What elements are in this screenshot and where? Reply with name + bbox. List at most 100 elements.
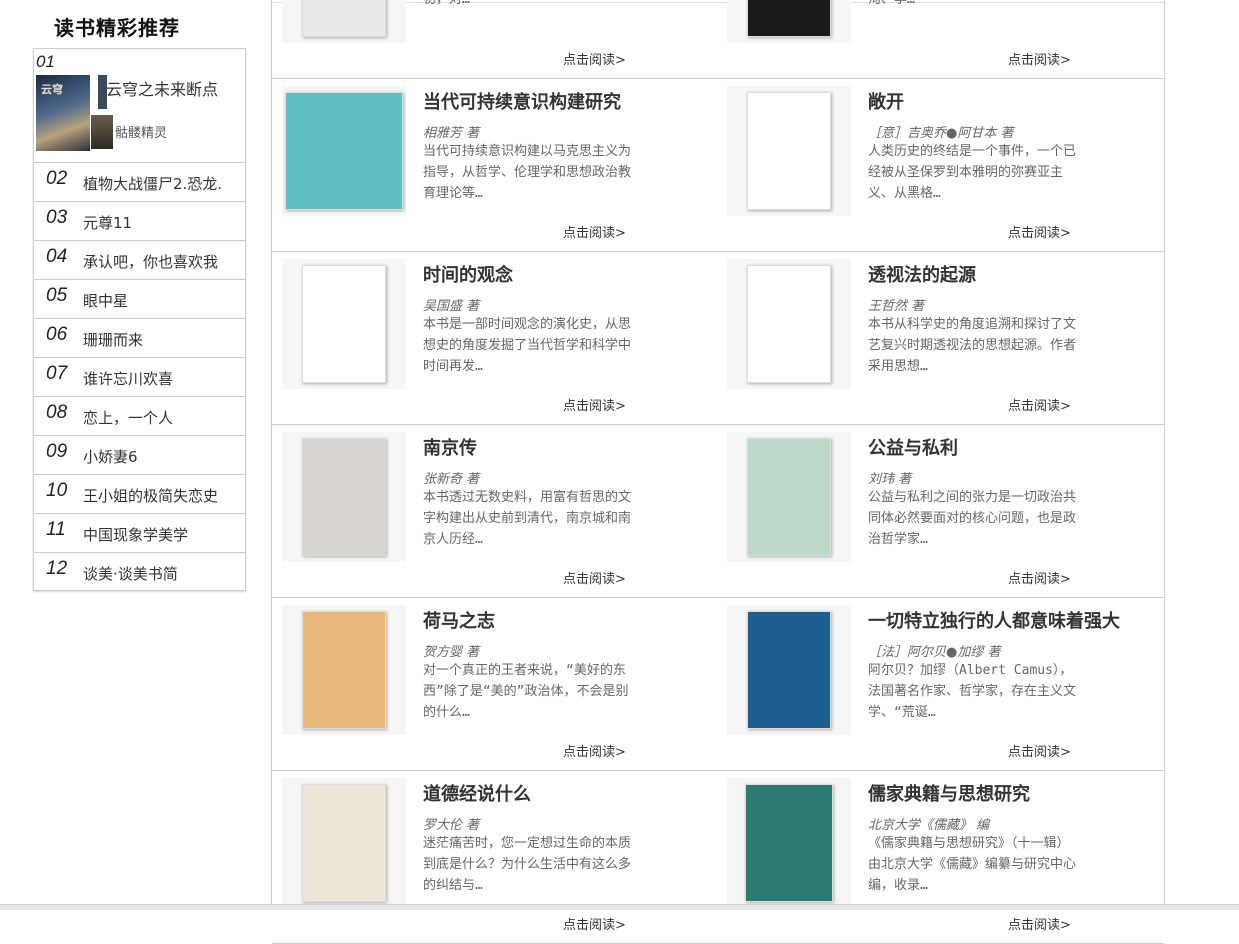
- ranking-book-title[interactable]: 小娇妻6: [83, 446, 138, 467]
- book-cover-image[interactable]: [727, 778, 851, 908]
- book-title[interactable]: 儒家典籍与思想研究: [868, 780, 1030, 806]
- ranking-item[interactable]: 02 植物大战僵尸2.恐龙.: [34, 163, 245, 202]
- book-card: 道德经说什么 罗大伦 著迷茫痛苦时，您一定想过生命的本质到底是什么？为什么生活中有…: [272, 770, 718, 943]
- chevron-right-icon: >: [615, 226, 626, 241]
- ranking-item-first[interactable]: 01 云穹 云穹之未来断点 骷髅精灵: [34, 49, 245, 163]
- ranking-item[interactable]: 07 谁许忘川欢喜: [34, 358, 245, 397]
- book-author: ［意］吉奥乔●阿甘本 著: [868, 126, 1014, 141]
- book-cover-image[interactable]: [727, 86, 851, 216]
- book-row: 南京传 张新奇 著本书透过无数史料，用富有哲思的文字构建出从史前到清代，南京城和南…: [272, 424, 1164, 598]
- book-title[interactable]: 一切特立独行的人都意味着强大: [868, 607, 1120, 633]
- book-card: 敞开 ［意］吉奥乔●阿甘本 著人类历史的终结是一个事件，一个已经被从圣保罗到本雅明…: [717, 78, 1163, 251]
- book-cover-image[interactable]: [727, 432, 851, 562]
- chevron-right-icon: >: [1060, 226, 1071, 241]
- read-link[interactable]: 点击阅读>: [563, 568, 626, 587]
- book-title[interactable]: 当代可持续意识构建研究: [423, 88, 621, 114]
- book-cover-image[interactable]: [282, 778, 406, 908]
- ranking-item[interactable]: 12 谈美·谈美书简: [34, 553, 245, 591]
- book-cover-image[interactable]: [727, 259, 851, 389]
- rank-number: 06: [46, 324, 68, 345]
- ranking-book-title[interactable]: 王小姐的极简失恋史: [83, 485, 218, 506]
- chevron-right-icon: >: [1060, 745, 1071, 760]
- book-title[interactable]: 透视法的起源: [868, 261, 976, 287]
- ranking-book-title[interactable]: 云穹之未来断点: [106, 76, 218, 100]
- book-cover-image[interactable]: [727, 605, 851, 735]
- read-link[interactable]: 点击阅读>: [1008, 568, 1071, 587]
- read-link[interactable]: 点击阅读>: [563, 222, 626, 241]
- book-description: 本书是一部时间观念的演化史，从思想史的角度发掘了当代哲学和科学中时间再发…: [423, 317, 632, 374]
- book-cover-image[interactable]: [727, 0, 851, 43]
- read-link-label: 点击阅读: [563, 745, 616, 760]
- book-title[interactable]: 公益与私利: [868, 434, 958, 460]
- rank-number: 10: [46, 480, 68, 501]
- book-card: 公益与私利 刘玮 著公益与私利之间的张力是一切政治共同体必然要面对的核心问题，也是…: [717, 424, 1163, 597]
- rank-number: 07: [46, 363, 68, 384]
- book-list: 历史书写的文化学阐释 期至19世纪初，对…点击阅读>南、曾被誉为宋词三大家 适、…: [271, 0, 1165, 944]
- read-link[interactable]: 点击阅读>: [1008, 395, 1071, 414]
- ranking-item[interactable]: 11 中国现象学美学: [34, 514, 245, 553]
- book-author: 北京大学《儒藏》 编: [868, 818, 990, 833]
- book-cover-image[interactable]: [282, 432, 406, 562]
- book-row: 道德经说什么 罗大伦 著迷茫痛苦时，您一定想过生命的本质到底是什么？为什么生活中有…: [272, 770, 1164, 944]
- book-card: 一切特立独行的人都意味着强大 ［法］阿尔贝●加缪 著阿尔贝？加缪（Albert C…: [717, 597, 1163, 770]
- book-description: 阿尔贝？加缪（Albert Camus），法国著名作家、哲学家，存在主义文学、“…: [868, 663, 1077, 720]
- read-link[interactable]: 点击阅读>: [1008, 222, 1071, 241]
- book-row: 历史书写的文化学阐释 期至19世纪初，对… 点击阅读> 南、曾被誉为宋词三大家 适、…: [272, 0, 1164, 79]
- ranking-item[interactable]: 06 珊珊而来: [34, 319, 245, 358]
- ranking-book-title[interactable]: 恋上，一个人: [83, 407, 173, 428]
- book-title[interactable]: 道德经说什么: [423, 780, 531, 806]
- read-link[interactable]: 点击阅读>: [563, 395, 626, 414]
- book-title[interactable]: 时间的观念: [423, 261, 513, 287]
- rank-number: 12: [46, 558, 68, 579]
- read-link[interactable]: 点击阅读>: [563, 741, 626, 760]
- ranking-book-title[interactable]: 眼中星: [83, 290, 128, 311]
- book-description: 历史书写的文化学阐释 期至19世纪初，对…: [423, 0, 635, 31]
- read-link-label: 点击阅读: [1008, 399, 1061, 414]
- ranking-book-title[interactable]: 谁许忘川欢喜: [83, 368, 173, 389]
- read-link[interactable]: 点击阅读>: [563, 49, 626, 68]
- ranking-item[interactable]: 10 王小姐的极简失恋史: [34, 475, 245, 514]
- read-link-label: 点击阅读: [1008, 918, 1061, 933]
- read-link-label: 点击阅读: [563, 53, 616, 68]
- ranking-list: 01 云穹 云穹之未来断点 骷髅精灵 02 植物大战僵尸2.恐龙. 03 元尊11 04…: [33, 48, 246, 591]
- book-card: 儒家典籍与思想研究北京大学《儒藏》 编《儒家典籍与思想研究》（十一辑）由北京大学…: [717, 770, 1163, 943]
- read-link[interactable]: 点击阅读>: [1008, 49, 1071, 68]
- ranking-book-title[interactable]: 珊珊而来: [83, 329, 143, 350]
- book-description: 南、曾被誉为宋词三大家 适、潘家洵、李…: [868, 0, 1080, 31]
- book-title[interactable]: 荷马之志: [423, 607, 495, 633]
- ranking-book-title[interactable]: 植物大战僵尸2.恐龙.: [83, 173, 222, 194]
- book-cover-image[interactable]: [282, 259, 406, 389]
- ranking-book-title[interactable]: 承认吧，你也喜欢我: [83, 251, 218, 272]
- recommend-title: 读书精彩推荐: [54, 16, 180, 40]
- book-description: 《儒家典籍与思想研究》（十一辑）由北京大学《儒藏》编纂与研究中心编，收录…: [868, 836, 1077, 893]
- ranking-item[interactable]: 03 元尊11: [34, 202, 245, 241]
- author-thumbnail: [91, 115, 113, 149]
- book-author: 吴国盛 著: [423, 299, 480, 314]
- ranking-book-title[interactable]: 谈美·谈美书简: [83, 563, 178, 584]
- read-link[interactable]: 点击阅读>: [1008, 914, 1071, 933]
- ranking-item[interactable]: 09 小娇妻6: [34, 436, 245, 475]
- book-title[interactable]: 南京传: [423, 434, 477, 460]
- ranking-book-title[interactable]: 元尊11: [83, 212, 132, 233]
- rank-number: 02: [46, 168, 68, 189]
- book-card: 荷马之志 贺方婴 著对一个真正的王者来说，“美好的东西”除了是“美的”政治体，不会…: [272, 597, 718, 770]
- chevron-right-icon: >: [1060, 918, 1071, 933]
- rank-number: 09: [46, 441, 68, 462]
- ranking-item[interactable]: 04 承认吧，你也喜欢我: [34, 241, 245, 280]
- book-cover-image[interactable]: [282, 605, 406, 735]
- book-title[interactable]: 敞开: [868, 88, 904, 114]
- read-link[interactable]: 点击阅读>: [563, 914, 626, 933]
- book-cover-image[interactable]: [282, 86, 406, 216]
- book-cover-image[interactable]: 云穹: [36, 75, 90, 151]
- book-cover-image[interactable]: [282, 0, 406, 43]
- ranking-item[interactable]: 08 恋上，一个人: [34, 397, 245, 436]
- book-row: 时间的观念吴国盛 著本书是一部时间观念的演化史，从思想史的角度发掘了当代哲学和科…: [272, 251, 1164, 425]
- ranking-book-author[interactable]: 骷髅精灵: [115, 122, 167, 141]
- book-author: 王哲然 著: [868, 299, 925, 314]
- read-link[interactable]: 点击阅读>: [1008, 741, 1071, 760]
- ranking-item[interactable]: 05 眼中星: [34, 280, 245, 319]
- chevron-right-icon: >: [615, 53, 626, 68]
- horizontal-scrollbar[interactable]: [0, 904, 1239, 910]
- rank-number: 11: [46, 519, 66, 540]
- ranking-book-title[interactable]: 中国现象学美学: [83, 524, 188, 545]
